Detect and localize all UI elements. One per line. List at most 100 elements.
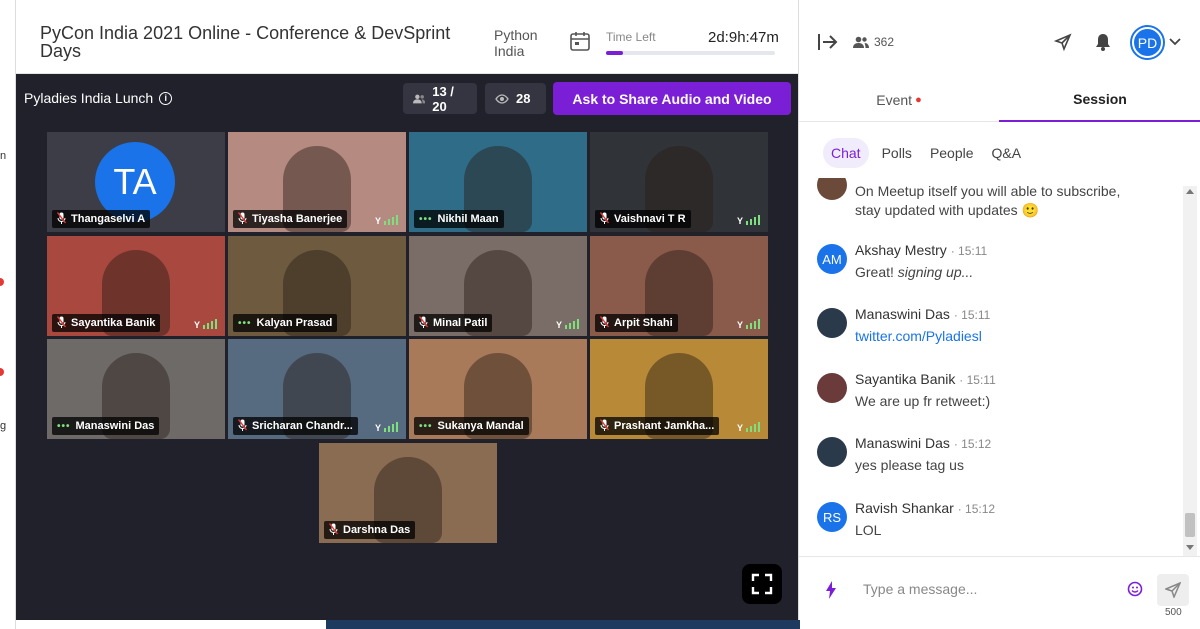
participants-count[interactable]: 13 / 20	[403, 83, 477, 114]
participant-name-tag: Darshna Das	[324, 521, 416, 539]
user-avatar[interactable]	[817, 437, 847, 467]
fullscreen-icon	[751, 573, 773, 595]
participant-name: Sricharan Chandr...	[252, 420, 353, 432]
viewers-count[interactable]: 28	[485, 83, 546, 114]
message-text: Great!	[855, 264, 898, 280]
participant-name: Minal Patil	[433, 317, 488, 329]
message-text-line: stay updated with updates 🙂	[855, 202, 1039, 218]
sidebar-header: 362 PD	[799, 0, 1200, 78]
participant-name-tag: Sayantika Banik	[52, 314, 161, 332]
tab-event-label: Event	[876, 92, 913, 108]
video-tile[interactable]: ••• Manaswini Das	[47, 339, 225, 439]
video-tile[interactable]: TA Thangaselvi A	[47, 132, 225, 232]
lightning-icon[interactable]	[825, 581, 837, 599]
video-tile[interactable]: ••• Kalyan Prasad	[228, 236, 406, 336]
tab-event[interactable]: Event ●	[799, 78, 999, 122]
scroll-up-icon[interactable]	[1186, 188, 1194, 194]
ask-to-share-button[interactable]: Ask to Share Audio and Video	[553, 82, 791, 115]
send-icon	[1165, 582, 1181, 598]
participant-name-tag: Prashant Jamkha...	[595, 417, 720, 435]
character-count: 500	[1165, 607, 1182, 618]
participant-name-tag: ••• Sukanya Mandal	[414, 417, 529, 435]
participant-name-tag: Vaishnavi T R	[595, 210, 691, 228]
signal-strength-icon: Y	[375, 422, 398, 433]
message-text: yes please tag us	[855, 457, 964, 473]
user-avatar[interactable]: PD	[1132, 27, 1163, 58]
info-icon[interactable]: i	[159, 91, 173, 105]
send-button[interactable]	[1157, 574, 1189, 606]
user-avatar[interactable]	[817, 308, 847, 338]
scroll-down-icon[interactable]	[1186, 545, 1194, 551]
message-input[interactable]: Type a message...	[863, 581, 977, 597]
taskbar-strip	[326, 620, 800, 629]
message-time: · 15:11	[959, 373, 996, 387]
user-avatar[interactable]: RS	[817, 502, 847, 532]
participant-name-tag: ••• Kalyan Prasad	[233, 314, 338, 332]
speaking-indicator-icon: •••	[238, 317, 252, 329]
sender-name[interactable]: Ravish Shankar	[855, 500, 954, 516]
speaking-indicator-icon: •••	[419, 420, 433, 432]
subtab-qa[interactable]: Q&A	[987, 138, 1027, 168]
chat-scrollbar[interactable]	[1183, 186, 1197, 556]
user-avatar[interactable]	[817, 373, 847, 403]
tab-session[interactable]: Session	[999, 78, 1200, 122]
message-link[interactable]: twitter.com/Pyladiesl	[855, 327, 982, 346]
message-time: · 15:12	[957, 502, 996, 516]
participant-name-tag: Tiyasha Banerjee	[233, 210, 348, 228]
video-tile[interactable]: Darshna Das	[319, 443, 497, 543]
video-tile[interactable]: Minal Patil Y	[409, 236, 587, 336]
message-header: Sayantika Banik · 15:11	[855, 371, 996, 387]
message-time: · 15:12	[953, 437, 992, 451]
video-tile[interactable]: Arpit Shahi Y	[590, 236, 768, 336]
message-body: We are up fr retweet:)	[855, 392, 990, 411]
session-title: Pyladies India Lunch i	[24, 90, 173, 106]
subtab-polls[interactable]: Polls	[877, 138, 917, 168]
mic-muted-icon	[56, 315, 67, 331]
scrollbar-thumb[interactable]	[1185, 513, 1195, 537]
notification-dot	[0, 368, 4, 376]
participant-name: Nikhil Maan	[437, 213, 499, 225]
mic-muted-icon	[237, 418, 248, 434]
video-tile[interactable]: Sayantika Banik Y	[47, 236, 225, 336]
people-icon	[853, 36, 869, 48]
video-tile[interactable]: Tiyasha Banerjee Y	[228, 132, 406, 232]
participant-name: Vaishnavi T R	[614, 213, 686, 225]
participant-name: Sayantika Banik	[71, 317, 156, 329]
track-label[interactable]: Python India	[494, 27, 538, 59]
left-strip-char: n	[0, 150, 7, 162]
video-tile[interactable]: Sricharan Chandr... Y	[228, 339, 406, 439]
chat-messages: On Meetup itself you will able to subscr…	[799, 178, 1183, 552]
signal-strength-icon: Y	[737, 422, 760, 433]
unread-dot-icon: ●	[915, 94, 922, 106]
mic-muted-icon	[599, 418, 610, 434]
collapse-sidebar-icon[interactable]	[817, 32, 839, 52]
send-icon[interactable]	[1054, 33, 1072, 51]
participant-name: Thangaselvi A	[71, 213, 146, 225]
message-composer: Type a message... 500	[799, 556, 1200, 629]
fullscreen-button[interactable]	[742, 564, 782, 604]
sender-name[interactable]: Akshay Mestry	[855, 242, 947, 258]
signal-strength-icon: Y	[194, 319, 217, 330]
message-text-emphasis: signing up...	[897, 264, 974, 280]
subtab-chat[interactable]: Chat	[823, 138, 869, 168]
calendar-icon[interactable]	[569, 30, 591, 52]
chevron-down-icon[interactable]	[1169, 37, 1181, 47]
video-tile[interactable]: Vaishnavi T R Y	[590, 132, 768, 232]
participant-name-tag: Arpit Shahi	[595, 314, 678, 332]
notification-bell-icon[interactable]	[1094, 32, 1112, 52]
attendee-count[interactable]: 362	[853, 35, 894, 49]
subtab-people[interactable]: People	[925, 138, 979, 168]
message-header: Manaswini Das · 15:12	[855, 435, 991, 451]
video-tile[interactable]: Prashant Jamkha... Y	[590, 339, 768, 439]
video-tile[interactable]: ••• Nikhil Maan	[409, 132, 587, 232]
sender-name[interactable]: Manaswini Das	[855, 306, 950, 322]
video-tile[interactable]: ••• Sukanya Mandal	[409, 339, 587, 439]
sender-name[interactable]: Sayantika Banik	[855, 371, 955, 387]
speaking-indicator-icon: •••	[57, 420, 71, 432]
sender-name[interactable]: Manaswini Das	[855, 435, 950, 451]
right-panel: 362 PD Event ● Session Chat Polls People …	[798, 0, 1200, 629]
emoji-icon[interactable]	[1127, 581, 1143, 597]
time-left-progress	[606, 51, 775, 55]
user-avatar[interactable]: AM	[817, 244, 847, 274]
message-text: LOL	[855, 522, 882, 538]
